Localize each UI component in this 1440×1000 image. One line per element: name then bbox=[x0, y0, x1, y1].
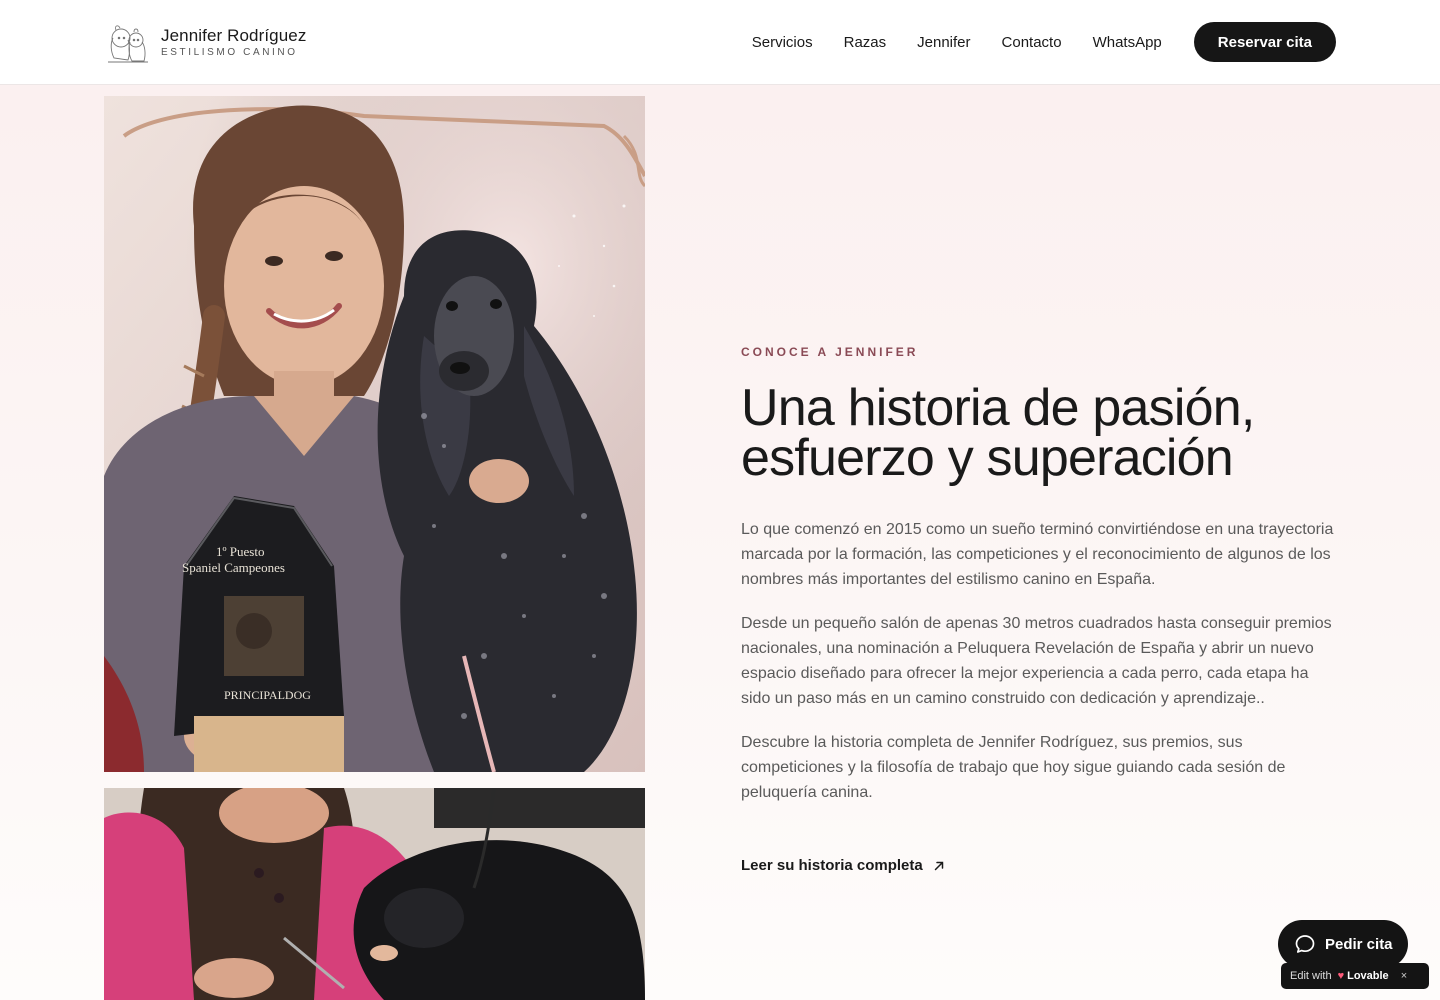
read-full-story-label: Leer su historia completa bbox=[741, 857, 923, 874]
brand-name: Jennifer Rodríguez bbox=[161, 25, 307, 45]
about-copy: CONOCE A JENNIFER Una historia de pasión… bbox=[741, 345, 1341, 874]
main-nav: Servicios Razas Jennifer Contacto WhatsA… bbox=[752, 22, 1336, 62]
headline-line-2: esfuerzo y superación bbox=[741, 429, 1234, 487]
nav-link-jennifer[interactable]: Jennifer bbox=[917, 34, 970, 51]
lovable-edit-label: Edit with bbox=[1290, 970, 1332, 982]
lovable-brand-label: Lovable bbox=[1347, 970, 1389, 982]
nav-link-contacto[interactable]: Contacto bbox=[1002, 34, 1062, 51]
nav-link-whatsapp[interactable]: WhatsApp bbox=[1093, 34, 1162, 51]
trophy-line1: 1º Puesto bbox=[216, 544, 264, 559]
chat-bubble-icon bbox=[1295, 935, 1315, 953]
dogs-logo-icon bbox=[108, 25, 148, 63]
trophy-brand: PRINCIPALDOG bbox=[224, 688, 311, 702]
lovable-badge[interactable]: Edit with ♥ Lovable × bbox=[1281, 963, 1429, 989]
book-appointment-button[interactable]: Reservar cita bbox=[1193, 22, 1336, 62]
about-paragraph-3: Descubre la historia completa de Jennife… bbox=[741, 734, 1286, 801]
section-headline: Una historia de pasión, esfuerzo y super… bbox=[741, 382, 1341, 484]
read-full-story-link[interactable]: Leer su historia completa bbox=[741, 857, 1341, 874]
nav-link-razas[interactable]: Razas bbox=[844, 34, 887, 51]
jennifer-with-spaniel-photo: 1º Puesto Spaniel Campeones PRINCIPALDOG bbox=[104, 96, 645, 772]
section-eyebrow: CONOCE A JENNIFER bbox=[741, 345, 919, 359]
brand-logo-link[interactable]: Jennifer Rodríguez ESTILISMO CANINO bbox=[104, 18, 306, 66]
heart-icon: ♥ bbox=[1337, 970, 1345, 982]
photo2-illustration bbox=[104, 788, 645, 1000]
pedir-cita-floating-button[interactable]: Pedir cita bbox=[1278, 920, 1408, 968]
nav-link-servicios[interactable]: Servicios bbox=[752, 34, 813, 51]
pedir-cita-label: Pedir cita bbox=[1325, 935, 1393, 953]
site-header: Jennifer Rodríguez ESTILISMO CANINO Serv… bbox=[0, 0, 1440, 85]
about-paragraph-2: Desde un pequeño salón de apenas 30 metr… bbox=[741, 615, 1332, 707]
brand-tagline: ESTILISMO CANINO bbox=[161, 46, 298, 58]
trophy-line2: Spaniel Campeones bbox=[182, 560, 285, 575]
about-section: 1º Puesto Spaniel Campeones PRINCIPALDOG bbox=[0, 85, 1440, 1000]
arrow-up-right-icon bbox=[934, 861, 943, 870]
photo-illustration: 1º Puesto Spaniel Campeones PRINCIPALDOG bbox=[104, 96, 645, 772]
about-paragraph-1: Lo que comenzó en 2015 como un sueño ter… bbox=[741, 521, 1334, 588]
close-icon[interactable]: × bbox=[1401, 970, 1407, 982]
grooming-session-photo bbox=[104, 788, 645, 1000]
